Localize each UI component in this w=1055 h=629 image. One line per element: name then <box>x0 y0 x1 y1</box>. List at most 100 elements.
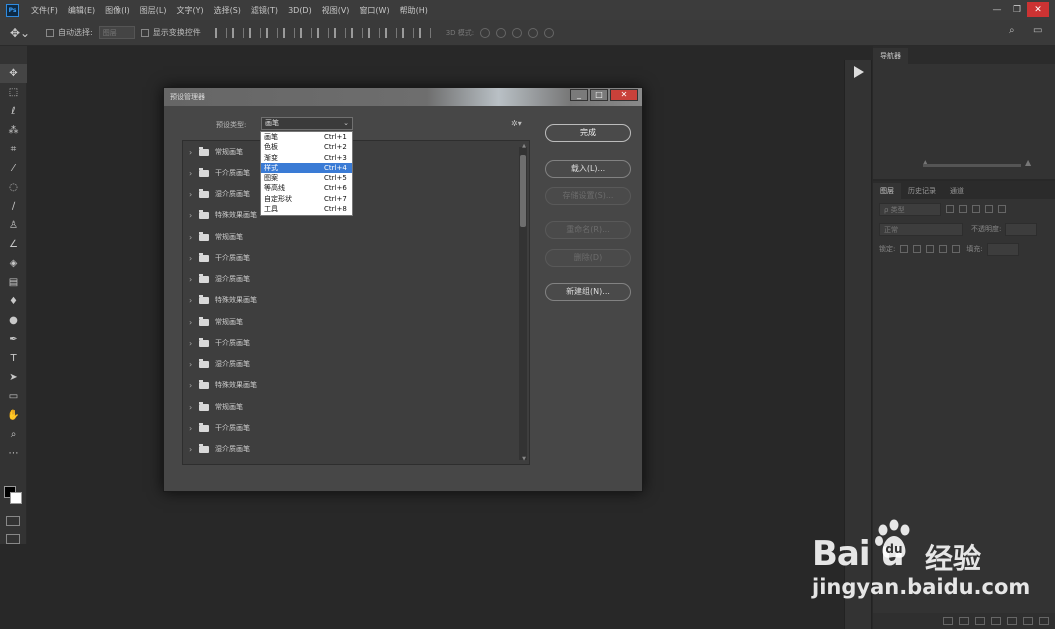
list-item[interactable]: › 常规画笔 <box>189 230 243 244</box>
menu-select[interactable]: 选择(S) <box>214 5 241 16</box>
quick-mask-icon[interactable] <box>6 516 20 526</box>
scroll-down-icon[interactable]: ▼ <box>522 456 526 462</box>
chevron-right-icon[interactable]: › <box>189 169 199 178</box>
rectangle-tool-icon[interactable]: ▭ <box>0 387 27 406</box>
chevron-right-icon[interactable]: › <box>189 318 199 327</box>
align-left-icon[interactable] <box>214 27 227 38</box>
dropdown-option-contours[interactable]: 等高线 Ctrl+6 <box>261 183 352 193</box>
history-brush-tool-icon[interactable]: ∠ <box>0 235 27 254</box>
search-icon[interactable]: ⌕ <box>1009 25 1023 39</box>
roll-3d-icon[interactable] <box>496 27 507 38</box>
clone-stamp-tool-icon[interactable]: ♙ <box>0 216 27 235</box>
tab-history[interactable]: 历史记录 <box>901 183 943 199</box>
delete-layer-icon[interactable] <box>1039 617 1049 625</box>
list-item[interactable]: › 常规画笔 <box>189 315 243 329</box>
align-hcenter-icon[interactable] <box>231 27 244 38</box>
list-item[interactable]: › 湿介质画笔 <box>189 357 250 371</box>
dropdown-option-tools[interactable]: 工具 Ctrl+8 <box>261 204 352 214</box>
align-bottom-icon[interactable] <box>299 27 312 38</box>
lock-image-icon[interactable] <box>913 245 922 253</box>
new-group-button[interactable]: 新建组(N)... <box>545 283 631 301</box>
type-tool-icon[interactable]: T <box>0 349 27 368</box>
lock-all-icon[interactable] <box>952 245 961 253</box>
list-item[interactable]: › 常规画笔 <box>189 145 243 159</box>
menu-edit[interactable]: 编辑(E) <box>68 5 95 16</box>
list-item[interactable]: › 干介质画笔 <box>189 166 250 180</box>
chevron-right-icon[interactable]: › <box>189 233 199 242</box>
marquee-tool-icon[interactable]: ⬚ <box>0 83 27 102</box>
menu-filter[interactable]: 滤镜(T) <box>251 5 278 16</box>
adjustment-layer-icon[interactable] <box>991 617 1001 625</box>
menu-view[interactable]: 视图(V) <box>322 5 350 16</box>
close-icon[interactable]: ✕ <box>1027 2 1049 17</box>
filter-pixel-icon[interactable] <box>946 205 954 213</box>
dropdown-option-styles[interactable]: 样式 Ctrl+4 <box>261 162 352 173</box>
done-button[interactable]: 完成 <box>545 124 631 142</box>
blend-mode-select[interactable]: 正常 <box>879 222 963 236</box>
lock-position-icon[interactable] <box>926 245 935 253</box>
move-tool-preset-icon[interactable]: ✥⌄ <box>10 26 40 40</box>
chevron-right-icon[interactable]: › <box>189 339 199 348</box>
dropdown-option-gradients[interactable]: 渐变 Ctrl+3 <box>261 153 352 163</box>
add-mask-icon[interactable] <box>975 617 985 625</box>
lasso-tool-icon[interactable]: ℓ <box>0 102 27 121</box>
list-item[interactable]: › 常规画笔 <box>189 400 243 414</box>
chevron-right-icon[interactable]: › <box>189 424 199 433</box>
dropdown-option-custom-shapes[interactable]: 自定形状 Ctrl+7 <box>261 194 352 204</box>
restore-icon[interactable]: ❐ <box>1007 2 1027 17</box>
move-tool-icon[interactable]: ✥ <box>0 64 27 83</box>
list-item[interactable]: › 湿介质画笔 <box>189 442 250 456</box>
more-tools-icon[interactable]: ⋯ <box>0 444 27 463</box>
menu-image[interactable]: 图像(I) <box>105 5 130 16</box>
minimize-icon[interactable]: — <box>987 2 1007 17</box>
dodge-tool-icon[interactable]: ● <box>0 311 27 330</box>
list-scrollbar-thumb[interactable] <box>520 155 526 227</box>
chevron-right-icon[interactable]: › <box>189 296 199 305</box>
align-top-icon[interactable] <box>265 27 278 38</box>
healing-brush-tool-icon[interactable]: ◌ <box>0 178 27 197</box>
scroll-up-icon[interactable]: ▲ <box>522 143 526 149</box>
menu-type[interactable]: 文字(Y) <box>176 5 203 16</box>
lock-artboard-icon[interactable] <box>939 245 948 253</box>
pen-tool-icon[interactable]: ✒ <box>0 330 27 349</box>
link-layers-icon[interactable] <box>943 617 953 625</box>
chevron-right-icon[interactable]: › <box>189 275 199 284</box>
delete-button[interactable]: 删除(D) <box>545 249 631 267</box>
distribute-top-icon[interactable] <box>316 27 329 38</box>
eraser-tool-icon[interactable]: ◈ <box>0 254 27 273</box>
distribute-left-icon[interactable] <box>367 27 380 38</box>
list-item[interactable]: › 湿介质画笔 <box>189 187 250 201</box>
slide-3d-icon[interactable] <box>528 27 539 38</box>
zoom-in-icon[interactable]: ▲ <box>1025 158 1031 167</box>
tab-navigator[interactable]: 导航器 <box>873 48 908 64</box>
orbit-3d-icon[interactable] <box>480 27 491 38</box>
brush-tool-icon[interactable]: ∕ <box>0 197 27 216</box>
zoom-slider[interactable] <box>923 164 1021 167</box>
crop-tool-icon[interactable]: ⌗ <box>0 140 27 159</box>
distribute-bottom-icon[interactable] <box>350 27 363 38</box>
menu-help[interactable]: 帮助(H) <box>400 5 428 16</box>
pan-3d-icon[interactable] <box>512 27 523 38</box>
list-item[interactable]: › 干介质画笔 <box>189 251 250 265</box>
opacity-input[interactable] <box>1005 222 1038 236</box>
dialog-close-icon[interactable]: ✕ <box>610 89 638 101</box>
layer-style-icon[interactable] <box>959 617 969 625</box>
load-button[interactable]: 载入(L)... <box>545 160 631 178</box>
menu-layer[interactable]: 图层(L) <box>140 5 167 16</box>
align-right-icon[interactable] <box>248 27 261 38</box>
auto-select-checkbox[interactable] <box>46 28 54 37</box>
distribute-vcenter-icon[interactable] <box>333 27 346 38</box>
chevron-right-icon[interactable]: › <box>189 254 199 263</box>
filter-adjustment-icon[interactable] <box>959 205 967 213</box>
menu-file[interactable]: 文件(F) <box>31 5 58 16</box>
tab-layers[interactable]: 图层 <box>873 183 901 199</box>
new-layer-icon[interactable] <box>1023 617 1033 625</box>
list-item[interactable]: › 特殊效果画笔 <box>189 208 257 222</box>
dialog-minimize-icon[interactable]: _ <box>570 89 588 101</box>
list-item[interactable]: › 干介质画笔 <box>189 421 250 435</box>
distribute-right-icon[interactable] <box>401 27 414 38</box>
list-item[interactable]: › 湿介质画笔 <box>189 272 250 286</box>
preset-list[interactable]: › 常规画笔 › 干介质画笔 › 湿介质画笔 › 特殊效果画笔 › 常规画笔 › 干介质画笔… <box>182 140 530 465</box>
chevron-right-icon[interactable]: › <box>189 445 199 454</box>
workspace-icon[interactable]: ▭ <box>1033 25 1047 39</box>
